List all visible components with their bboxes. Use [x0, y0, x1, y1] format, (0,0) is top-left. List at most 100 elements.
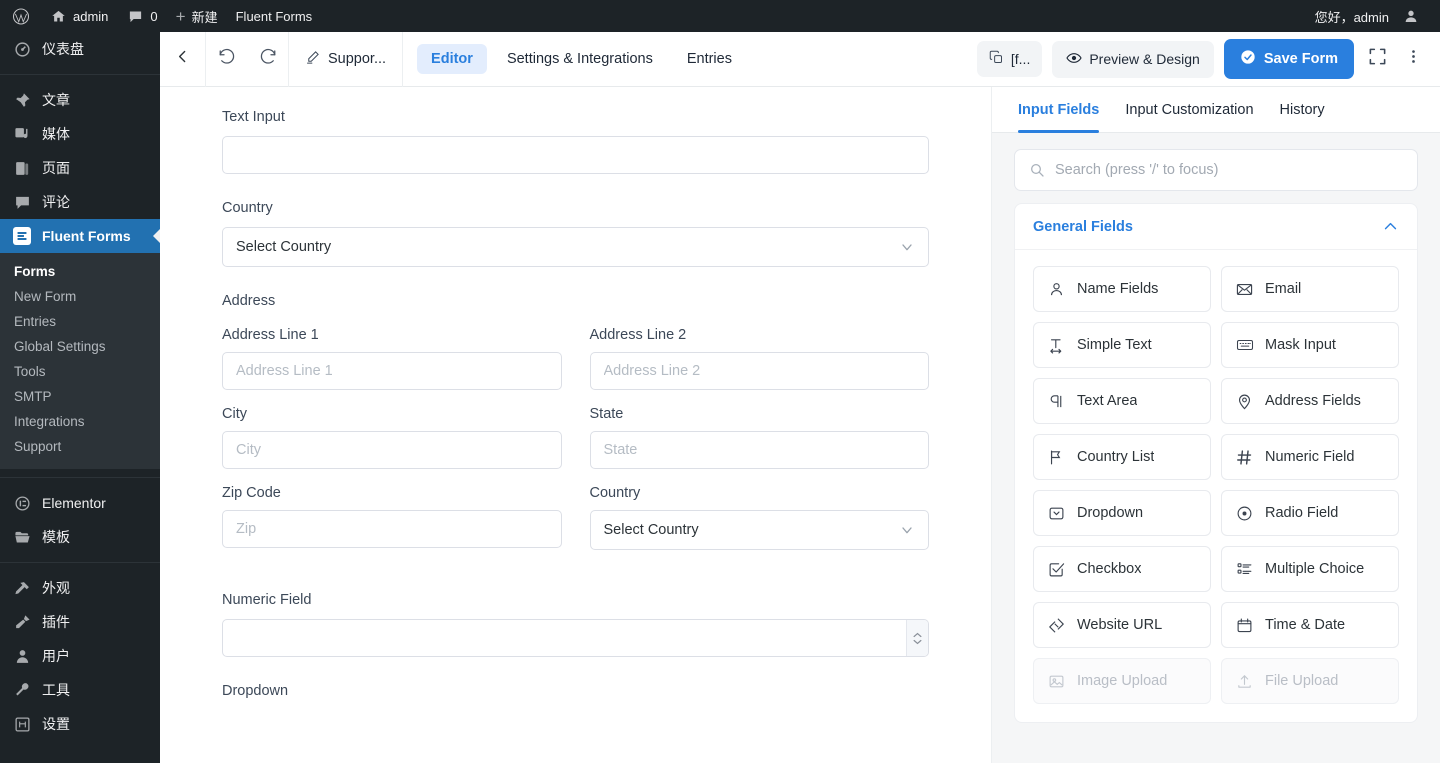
field-card-dropdown[interactable]: Dropdown — [1033, 490, 1211, 536]
address-line1-label: Address Line 1 — [222, 327, 319, 343]
canvas-field-dropdown[interactable]: Dropdown — [222, 683, 929, 699]
canvas-field-numeric[interactable]: Numeric Field — [222, 592, 929, 657]
tab-settings-integrations[interactable]: Settings & Integrations — [493, 44, 667, 74]
canvas-field-text-input[interactable]: Text Input — [222, 109, 929, 174]
panel-search-box[interactable] — [1014, 149, 1418, 191]
preview-design-button[interactable]: Preview & Design — [1052, 40, 1214, 78]
upload-icon — [1236, 673, 1254, 690]
more-options-button[interactable] — [1400, 44, 1426, 74]
country-select-value: Select Country — [236, 239, 332, 255]
account-menu[interactable]: 您好，admin — [1306, 0, 1428, 32]
search-icon — [1029, 162, 1045, 178]
back-button[interactable] — [160, 31, 206, 87]
field-card-radio-field[interactable]: Radio Field — [1221, 490, 1399, 536]
sidebar-item-posts[interactable]: 文章 — [0, 83, 160, 117]
tab-history[interactable]: History — [1280, 87, 1325, 133]
tab-input-fields[interactable]: Input Fields — [1018, 87, 1100, 133]
address-line1-cell: Address Line 1 — [222, 327, 562, 390]
submenu-item-integrations[interactable]: Integrations — [0, 409, 160, 434]
field-card-multiple-choice[interactable]: Multiple Choice — [1221, 546, 1399, 592]
pencil-icon — [305, 50, 320, 69]
submenu-item-new-form[interactable]: New Form — [0, 284, 160, 309]
tab-input-customization[interactable]: Input Customization — [1125, 87, 1253, 133]
sidebar-item-tools[interactable]: 工具 — [0, 673, 160, 707]
sidebar-item-appearance[interactable]: 外观 — [0, 571, 160, 605]
submenu-item-support[interactable]: Support — [0, 434, 160, 459]
fullscreen-expand-icon — [1368, 47, 1387, 71]
sidebar-item-pages[interactable]: 页面 — [0, 151, 160, 185]
field-label: Country — [222, 200, 273, 216]
tab-entries[interactable]: Entries — [673, 44, 746, 74]
address-zip-input[interactable] — [222, 510, 562, 548]
field-card-numeric-field[interactable]: Numeric Field — [1221, 434, 1399, 480]
site-name-button[interactable]: admin — [40, 0, 117, 32]
sidebar-item-templates[interactable]: 模板 — [0, 520, 160, 554]
field-card-label: Time & Date — [1265, 617, 1346, 633]
canvas-field-address[interactable]: Address Address Line 1 Address Line 2 Ci… — [222, 293, 929, 566]
address-state-input[interactable] — [589, 431, 929, 469]
search-input[interactable] — [1055, 162, 1403, 178]
field-card-text-area[interactable]: Text Area — [1033, 378, 1211, 424]
sidebar-divider-2 — [0, 477, 160, 478]
field-card-file-upload[interactable]: File Upload — [1221, 658, 1399, 704]
text-input-field[interactable] — [222, 136, 929, 174]
chevron-up-icon[interactable] — [1382, 218, 1399, 235]
wordpress-logo-button[interactable] — [0, 0, 40, 32]
sidebar-item-plugins[interactable]: 插件 — [0, 605, 160, 639]
numeric-stepper[interactable] — [906, 620, 928, 656]
address-line1-input[interactable] — [222, 352, 562, 390]
save-form-button[interactable]: Save Form — [1223, 39, 1354, 79]
fullscreen-button[interactable] — [1364, 44, 1390, 74]
canvas-field-country[interactable]: Country Select Country — [222, 200, 929, 267]
field-card-email[interactable]: Email — [1221, 266, 1399, 312]
field-card-address-fields[interactable]: Address Fields — [1221, 378, 1399, 424]
wp-admin-bar: admin 0 + 新建 Fluent Forms 您好，admin — [0, 0, 1440, 32]
fluent-forms-submenu: Forms New Form Entries Global Settings T… — [0, 253, 160, 469]
sidebar-item-users[interactable]: 用户 — [0, 639, 160, 673]
sidebar-item-settings[interactable]: 设置 — [0, 707, 160, 741]
field-card-mask-input[interactable]: Mask Input — [1221, 322, 1399, 368]
sidebar-item-comments[interactable]: 评论 — [0, 185, 160, 219]
address-country-select[interactable]: Select Country — [589, 510, 929, 550]
address-city-input[interactable] — [222, 431, 562, 469]
sidebar-item-elementor[interactable]: Elementor — [0, 486, 160, 520]
country-select[interactable]: Select Country — [222, 227, 929, 267]
fluent-forms-adminbar-item[interactable]: Fluent Forms — [227, 0, 322, 32]
submenu-item-entries[interactable]: Entries — [0, 309, 160, 334]
general-fields-header[interactable]: General Fields — [1015, 204, 1417, 250]
field-card-website-url[interactable]: Website URL — [1033, 602, 1211, 648]
sidebar-item-dashboard[interactable]: 仪表盘 — [0, 32, 160, 66]
copy-shortcode-button[interactable]: [f... — [976, 41, 1043, 77]
hash-icon — [1236, 449, 1254, 466]
redo-button[interactable] — [247, 32, 288, 87]
new-content-button[interactable]: + 新建 — [167, 0, 227, 32]
checkbox-icon — [1048, 561, 1066, 578]
field-card-name-fields[interactable]: Name Fields — [1033, 266, 1211, 312]
submenu-item-global-settings[interactable]: Global Settings — [0, 334, 160, 359]
field-card-image-upload[interactable]: Image Upload — [1033, 658, 1211, 704]
submenu-item-tools[interactable]: Tools — [0, 359, 160, 384]
chevron-down-icon — [899, 522, 915, 538]
field-card-country-list[interactable]: Country List — [1033, 434, 1211, 480]
tab-editor[interactable]: Editor — [417, 44, 487, 74]
address-state-cell: State — [589, 406, 929, 469]
numeric-input-field[interactable] — [222, 619, 929, 657]
sidebar-item-fluent-forms[interactable]: Fluent Forms — [0, 219, 160, 253]
form-title-edit[interactable]: Suppor... — [289, 31, 404, 87]
comments-button[interactable]: 0 — [117, 0, 166, 32]
field-card-label: Website URL — [1077, 617, 1163, 633]
field-card-simple-text[interactable]: Simple Text — [1033, 322, 1211, 368]
more-vertical-icon — [1405, 48, 1422, 70]
field-card-time-date[interactable]: Time & Date — [1221, 602, 1399, 648]
form-editor-canvas[interactable]: Text Input Country Select Country Addres… — [160, 87, 992, 763]
address-line2-input[interactable] — [589, 352, 929, 390]
undo-button[interactable] — [206, 32, 247, 87]
sidebar-divider-3 — [0, 562, 160, 563]
dashboard-icon — [12, 39, 32, 59]
sidebar-item-media[interactable]: 媒体 — [0, 117, 160, 151]
field-card-checkbox[interactable]: Checkbox — [1033, 546, 1211, 592]
submenu-item-forms[interactable]: Forms — [0, 259, 160, 284]
submenu-item-smtp[interactable]: SMTP — [0, 384, 160, 409]
field-card-label: Simple Text — [1077, 337, 1152, 353]
sidebar-item-label: 文章 — [42, 92, 70, 108]
